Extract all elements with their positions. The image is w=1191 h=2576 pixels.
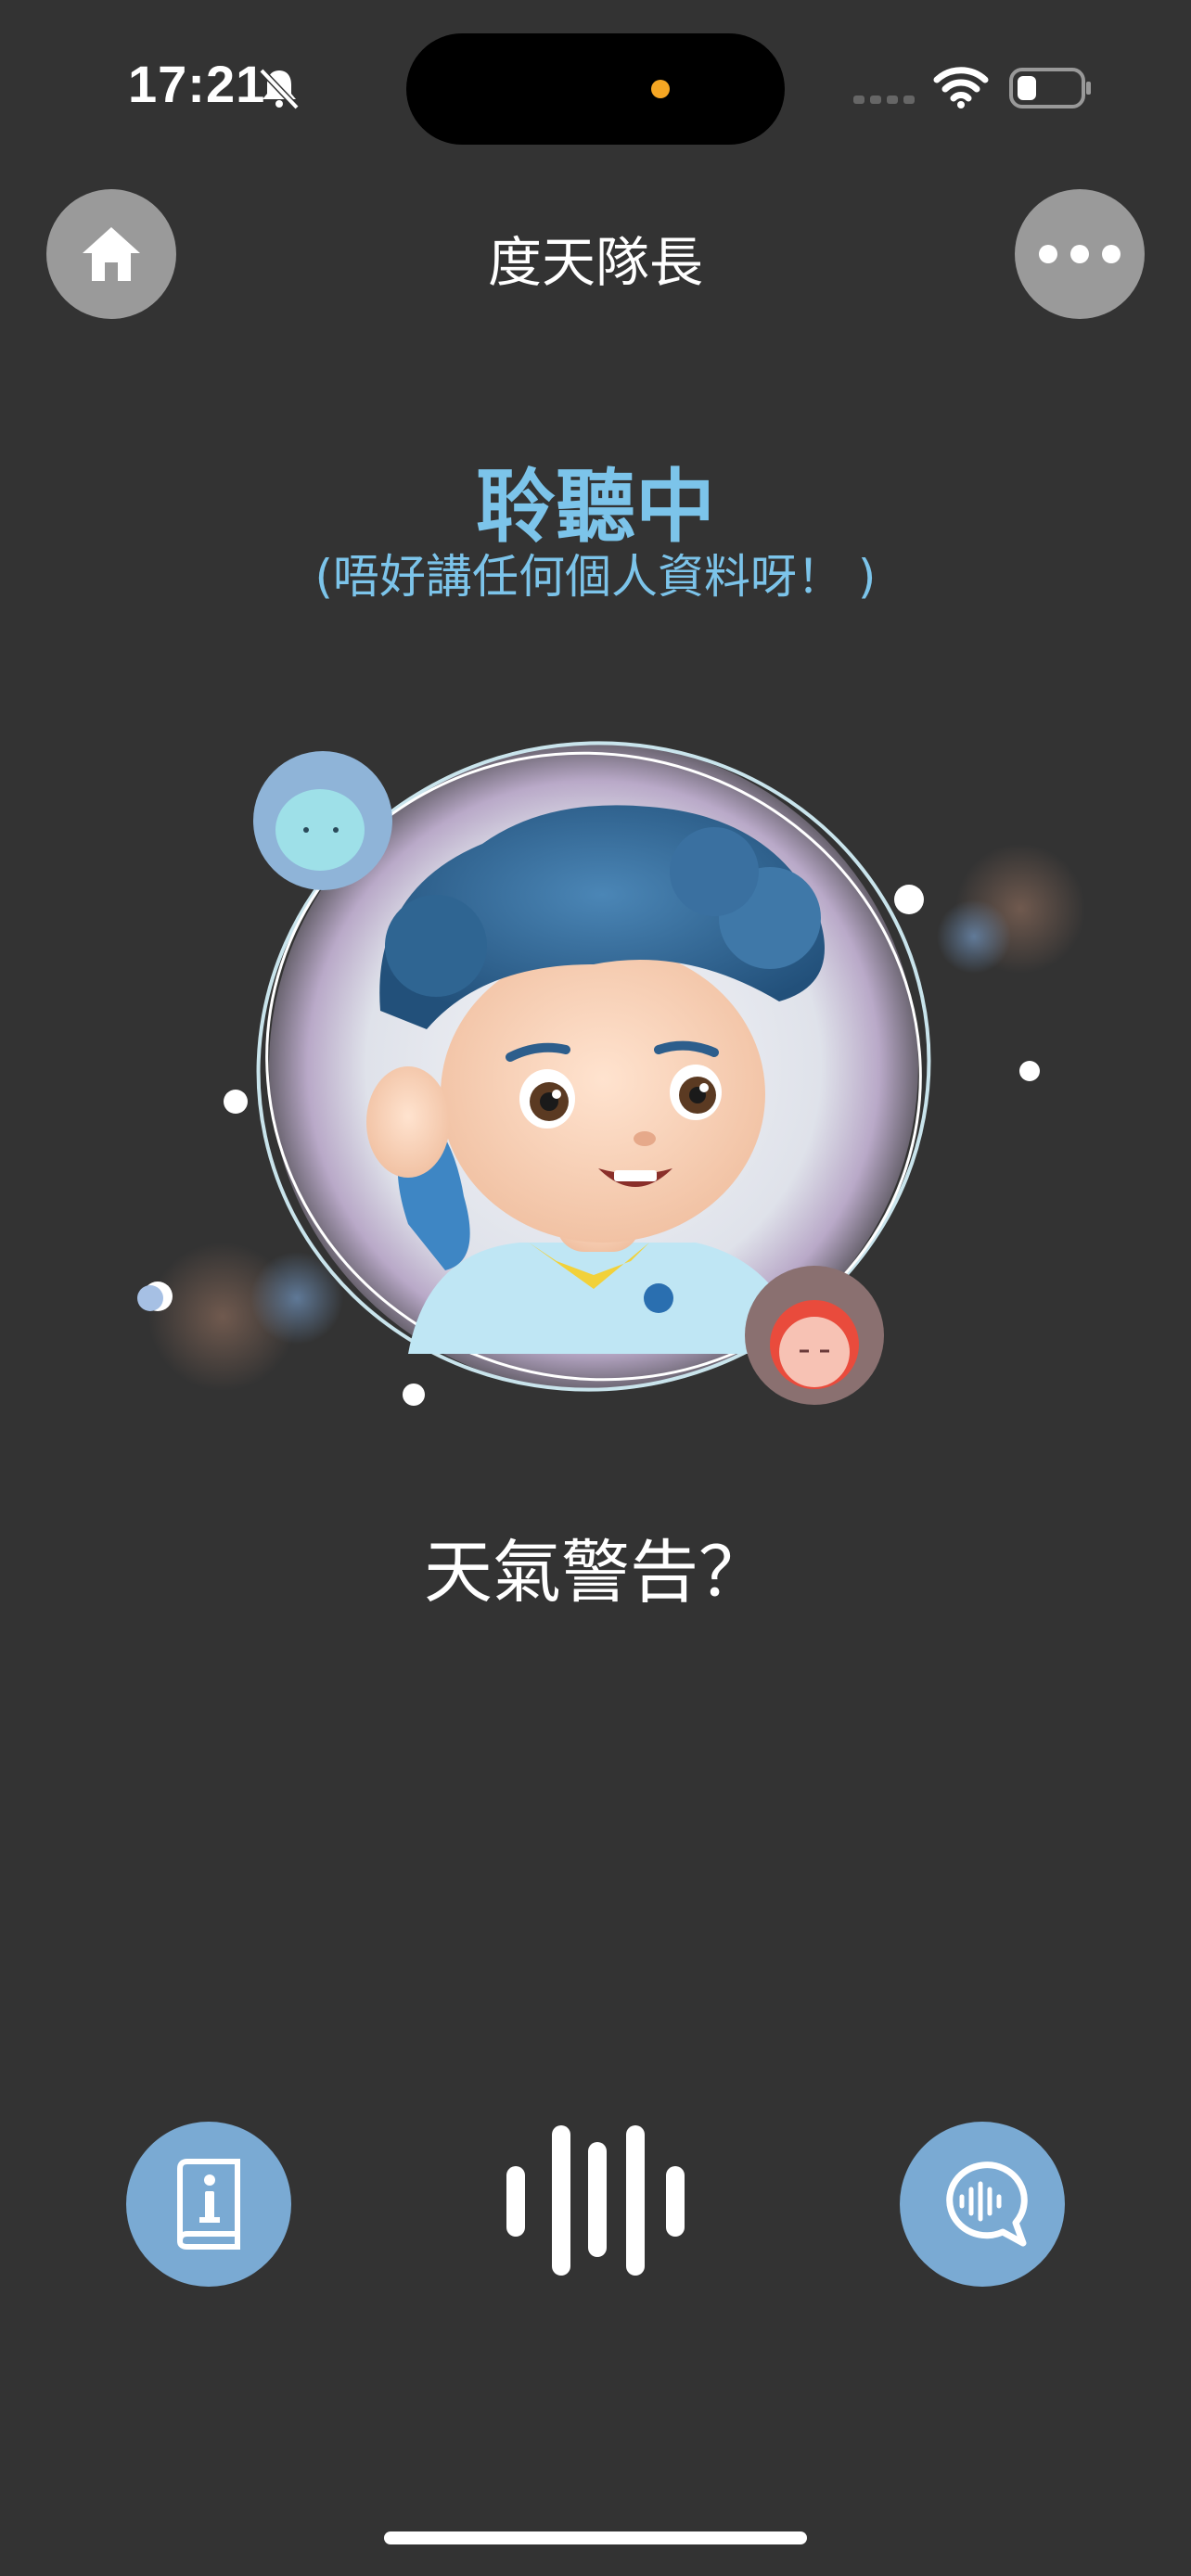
status-time: 17:21 [128,55,266,113]
blur-orb [250,1252,343,1345]
sparkle-dot [137,1285,163,1311]
avatar-illustration [137,741,1085,1406]
voice-chat-button[interactable] [900,2122,1065,2287]
wave-bar [626,2125,645,2276]
sound-wave-icon[interactable] [501,2123,692,2281]
privacy-reminder: (唔好講任何個人資料呀！ ) [314,550,877,604]
dynamic-island [406,33,785,145]
bell-slash-icon [259,68,300,110]
wifi-icon [933,67,989,108]
blur-orb [937,899,1011,974]
home-icon [83,227,140,281]
wave-bar [552,2125,570,2276]
more-icon [1039,245,1121,263]
page-title: 度天隊長 [487,231,703,294]
sparkle-dot [224,1090,248,1114]
wave-bar [588,2142,607,2257]
voice-chat-icon [946,2162,1028,2247]
info-book-icon [177,2159,240,2250]
signal-icon [853,96,915,104]
suit-emblem [644,1283,673,1313]
more-button[interactable] [1015,189,1145,319]
sparkle-dot [1019,1061,1040,1081]
recognized-speech: 天氣警告？ [424,1533,767,1613]
sparkle-dot [403,1384,425,1406]
wave-bar [666,2166,685,2237]
home-button[interactable] [46,189,176,319]
privacy-indicator [651,80,670,98]
sparkle-dot [894,885,924,914]
info-button[interactable] [126,2122,291,2287]
wave-bar [506,2166,525,2237]
battery-icon [1009,68,1091,108]
home-indicator[interactable] [384,2531,807,2544]
